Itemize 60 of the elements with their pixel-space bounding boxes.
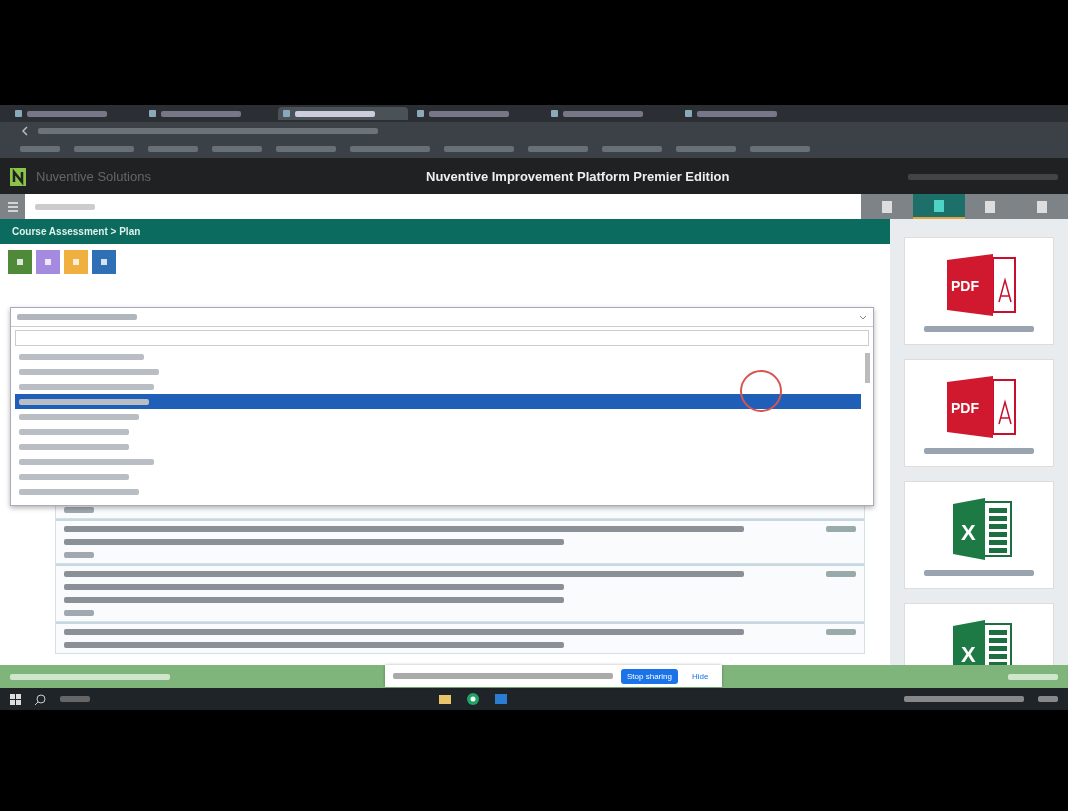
favicon-icon <box>283 110 290 117</box>
action-button[interactable] <box>64 250 88 274</box>
back-icon[interactable] <box>20 125 30 137</box>
dropdown-item[interactable] <box>15 394 861 409</box>
favicon-icon <box>417 110 424 117</box>
file-card[interactable]: X <box>904 603 1054 665</box>
scrollbar-thumb <box>865 353 870 383</box>
blurred-text <box>64 552 94 558</box>
blurred-text <box>826 629 856 635</box>
windows-logo-icon[interactable] <box>10 693 21 705</box>
blurred-text <box>35 203 95 210</box>
app-title: Nuventive Improvement Platform Premier Edition <box>426 169 730 184</box>
folder-icon[interactable] <box>438 692 452 706</box>
brand-name: Nuventive Solutions <box>36 169 152 184</box>
blurred-text <box>444 146 514 152</box>
action-button[interactable] <box>92 250 116 274</box>
blurred-text <box>64 610 94 616</box>
blurred-text <box>60 696 90 702</box>
search-icon[interactable] <box>35 693 46 705</box>
menu-icon <box>7 201 18 212</box>
page-icon <box>985 200 996 213</box>
header-tab[interactable] <box>912 194 965 219</box>
blurred-text <box>148 146 198 152</box>
hide-button[interactable]: Hide <box>685 668 715 684</box>
stop-sharing-button[interactable]: Stop sharing <box>621 668 678 684</box>
page-icon <box>933 199 944 212</box>
file-card[interactable]: PDF <box>904 237 1054 345</box>
blurred-text <box>750 146 810 152</box>
blurred-text <box>676 146 736 152</box>
favicon-icon <box>15 110 22 117</box>
browser-tab[interactable] <box>278 107 408 120</box>
favicon-icon <box>551 110 558 117</box>
breadcrumb: Course Assessment > Plan <box>0 219 890 244</box>
action-button[interactable] <box>8 250 32 274</box>
cursor-highlight <box>740 370 782 412</box>
file-card[interactable]: PDF <box>904 359 1054 467</box>
blurred-text <box>1038 696 1058 702</box>
blurred-text <box>74 146 134 152</box>
dropdown-list[interactable] <box>10 307 874 506</box>
blurred-text <box>212 146 262 152</box>
app-icon[interactable] <box>494 692 508 706</box>
blurred-text <box>602 146 662 152</box>
caret-icon <box>859 313 867 321</box>
search-field[interactable] <box>15 330 869 346</box>
search-field[interactable] <box>25 194 861 219</box>
blurred-text <box>64 507 94 513</box>
favicon-icon <box>685 110 692 117</box>
blurred-text <box>826 526 856 532</box>
file-card[interactable]: X <box>904 481 1054 589</box>
blurred-text <box>1008 673 1058 680</box>
logo-icon <box>10 167 26 186</box>
favicon-icon <box>149 110 156 117</box>
blurred-text <box>826 571 856 577</box>
blurred-text <box>276 146 336 152</box>
browser-icon[interactable] <box>466 692 480 706</box>
blurred-text <box>528 146 588 152</box>
page-icon <box>1037 200 1048 213</box>
blurred-text <box>20 146 60 152</box>
action-button[interactable] <box>36 250 60 274</box>
page-icon <box>881 200 892 213</box>
